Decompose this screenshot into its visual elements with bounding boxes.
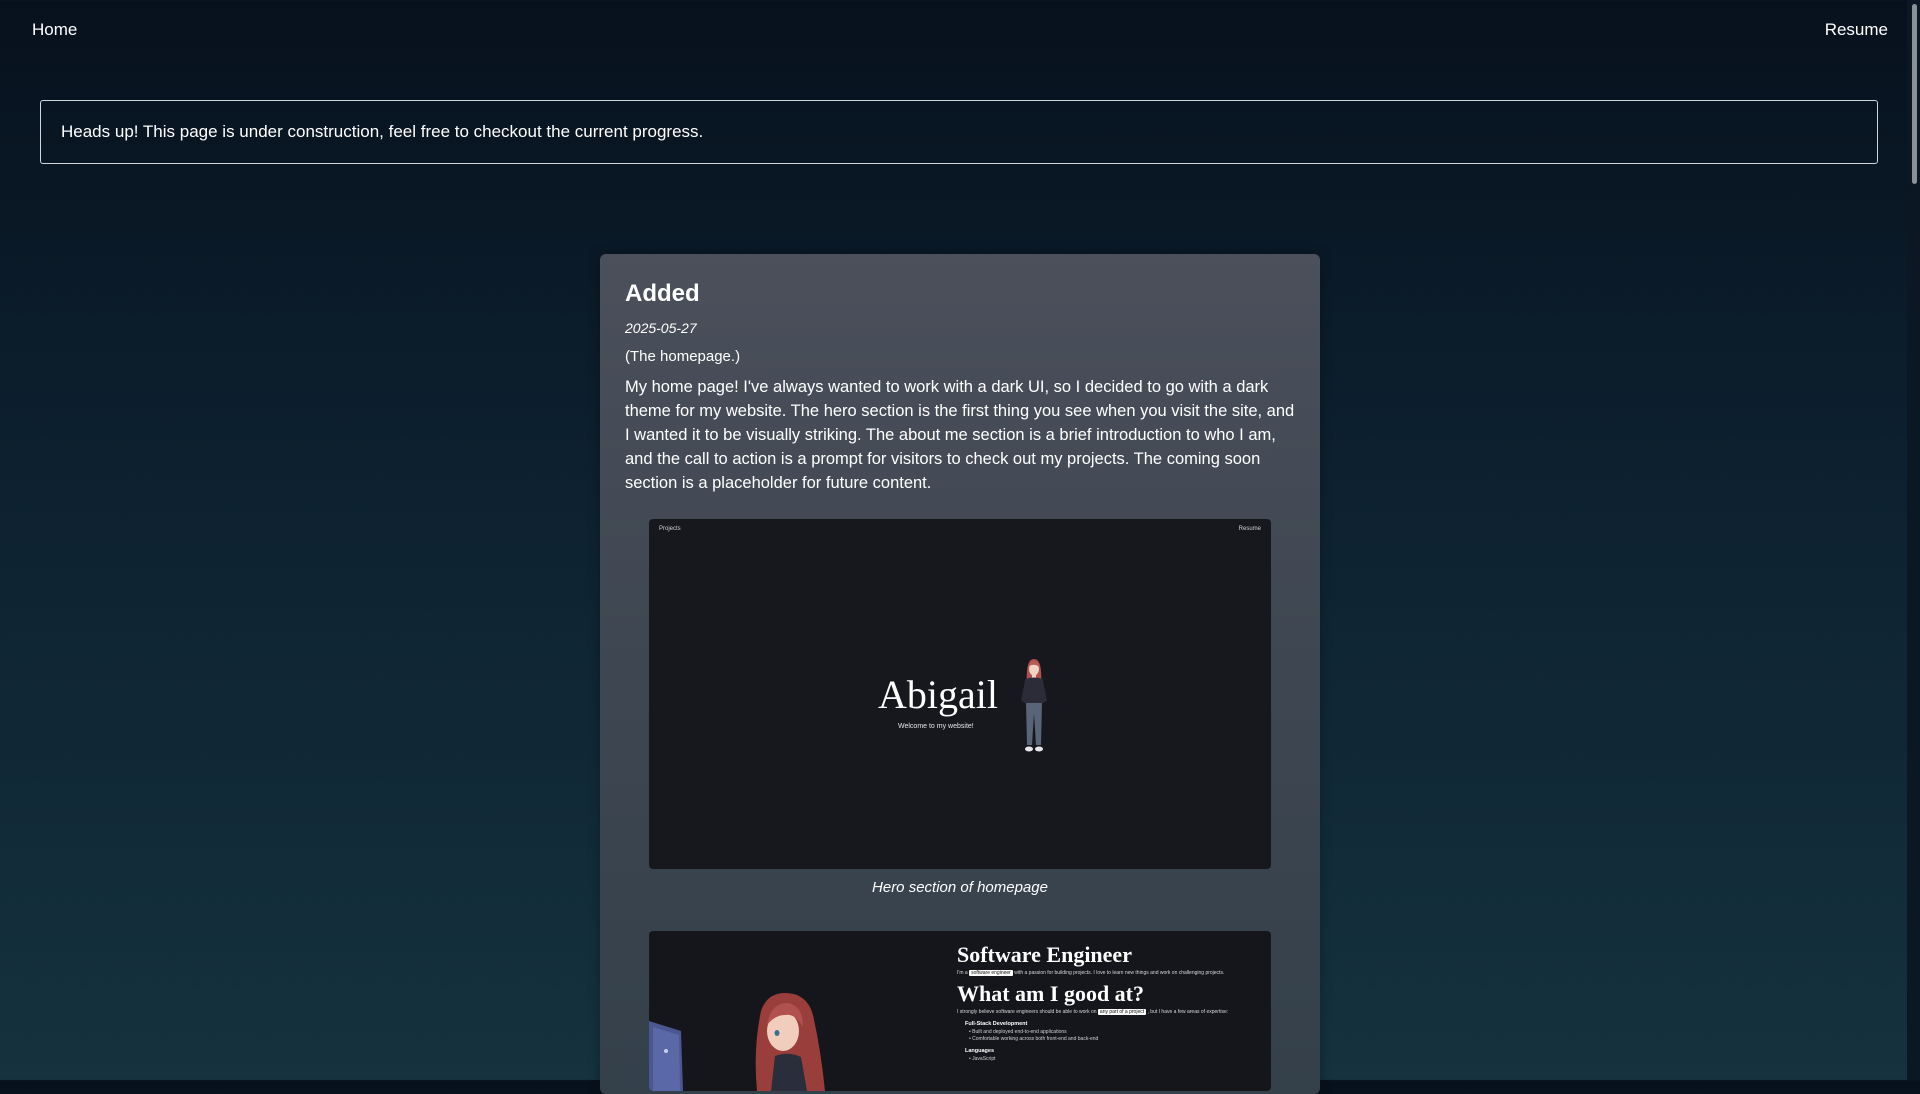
- about-screenshot-heading: Software Engineer: [957, 942, 1132, 967]
- about-good-suffix: , but I have a few areas of expertise:: [1147, 1009, 1229, 1015]
- about-screenshot-good: I strongly believe software engineers sh…: [957, 1009, 1257, 1015]
- about-intro-highlight: software engineer: [969, 970, 1013, 976]
- about-list-item: • JavaScript: [969, 1056, 996, 1062]
- entry-subtitle: (The homepage.): [625, 348, 741, 365]
- about-screenshot-heading2: What am I good at?: [957, 981, 1145, 1006]
- hero-screenshot-nav-projects: Projects: [659, 526, 681, 532]
- hero-screenshot: Projects Resume Abigail Welcome to my we…: [649, 519, 1271, 869]
- about-list-item: • Comfortable working across both front-…: [969, 1036, 1099, 1042]
- about-good-highlight: any part of a project: [1097, 1009, 1147, 1015]
- hero-screenshot-nav-resume: Resume: [1238, 526, 1261, 532]
- banner-text: Heads up! This page is under constructio…: [61, 122, 704, 141]
- changelog-card: Added 2025-05-27 (The homepage.) My home…: [600, 254, 1320, 1094]
- construction-banner: Heads up! This page is under constructio…: [40, 100, 1878, 164]
- about-section-fullstack: Full-Stack Development: [965, 1021, 1028, 1027]
- entry-title: Added: [625, 280, 700, 307]
- top-nav: Home Resume: [0, 0, 1900, 62]
- page-scrollbar[interactable]: [1907, 0, 1920, 1080]
- nav-resume-link[interactable]: Resume: [1825, 20, 1888, 40]
- about-good-prefix: I strongly believe software engineers sh…: [957, 1009, 1097, 1015]
- about-intro-suffix: with a passion for building projects. I …: [1014, 970, 1225, 976]
- entry-body: My home page! I've always wanted to work…: [625, 378, 1295, 492]
- scrollbar-thumb[interactable]: [1912, 4, 1917, 184]
- about-screenshot-intro: I'm a software engineer with a passion f…: [957, 970, 1257, 976]
- about-screenshot-text: Software Engineer I'm a software enginee…: [957, 942, 1257, 1063]
- about-list-item: • Built and deployed end-to-end applicat…: [969, 1029, 1067, 1035]
- about-screenshot: Software Engineer I'm a software enginee…: [649, 931, 1271, 1091]
- hero-screenshot-caption: Hero section of homepage: [872, 879, 1048, 896]
- anime-girl-illustration-icon: [649, 993, 825, 1091]
- hero-screenshot-name: Abigail: [878, 672, 998, 717]
- entry-date: 2025-05-27: [625, 320, 697, 336]
- about-intro-prefix: I'm a: [957, 970, 968, 976]
- hero-screenshot-welcome: Welcome to my website!: [898, 723, 974, 730]
- anime-girl-figure-icon: [1021, 659, 1047, 752]
- nav-home-link[interactable]: Home: [32, 20, 77, 40]
- about-section-languages: Languages: [965, 1048, 995, 1054]
